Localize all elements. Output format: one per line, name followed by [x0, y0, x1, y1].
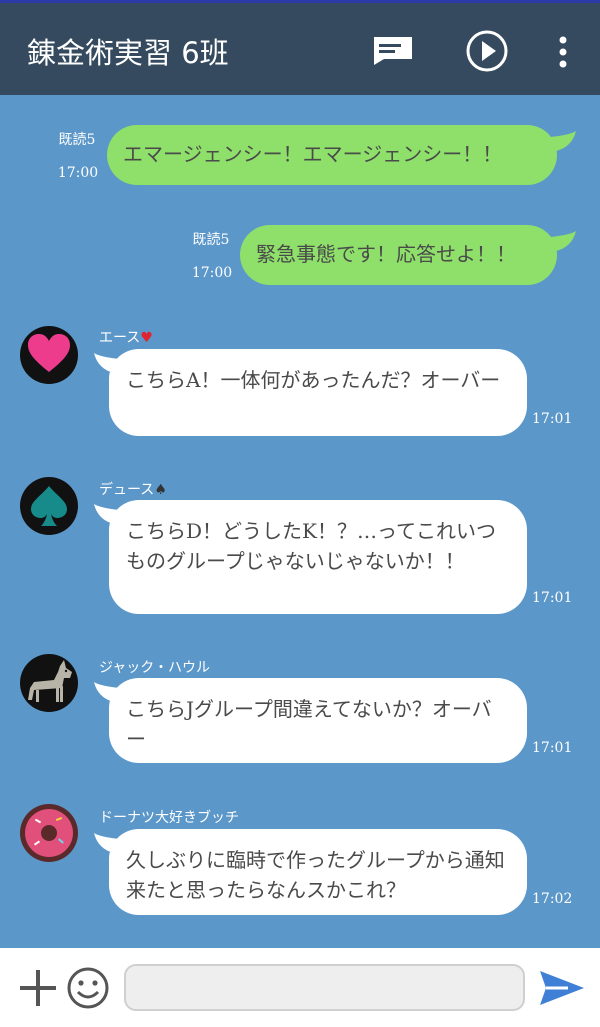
- message-bubble-received[interactable]: こちらA！一体何があったんだ？オーバー: [109, 349, 527, 436]
- avatar-jack[interactable]: [20, 654, 78, 712]
- message-time: 17:02: [532, 891, 573, 907]
- plus-icon[interactable]: [18, 968, 58, 1008]
- message-icon[interactable]: [370, 35, 416, 65]
- sender-label: ジャック・ハウル: [99, 660, 211, 676]
- message-text: こちらA！一体何があったんだ？オーバー: [126, 368, 501, 392]
- read-count: 既読5: [58, 132, 96, 148]
- message-time: 17:00: [57, 165, 99, 181]
- chat-area[interactable]: 既読5 17:00 エマージェンシー！エマージェンシー！！ 既読5 17:00 …: [0, 95, 600, 948]
- message-bubble-received[interactable]: 久しぶりに臨時で作ったグループから通知来たと思ったらなんスかこれ？: [109, 829, 527, 915]
- sender-name: ジャック・ハウル: [99, 657, 210, 677]
- sender-label: ドーナツ大好きブッチ: [99, 810, 239, 826]
- wolf-icon: [28, 660, 72, 702]
- donut-icon: [25, 809, 73, 857]
- message-time: 17:01: [532, 411, 573, 427]
- read-receipt: 既読5: [50, 129, 104, 151]
- heart-icon: [28, 334, 70, 372]
- more-vert-icon[interactable]: [556, 35, 570, 69]
- spade-suit-icon: ♠: [154, 482, 167, 498]
- avatar-deuce[interactable]: [20, 477, 78, 535]
- message-text: エマージェンシー！エマージェンシー！！: [123, 142, 503, 166]
- heart-suit-icon: ♥: [140, 330, 153, 346]
- send-icon[interactable]: [538, 969, 586, 1007]
- message-text: 緊急事態です！応答せよ！！: [256, 242, 516, 266]
- sender-label: エース: [99, 330, 141, 346]
- spade-icon: [31, 486, 67, 526]
- sender-name: ドーナツ大好きブッチ: [99, 807, 239, 827]
- read-count: 既読5: [192, 232, 230, 248]
- sender-label: デュース: [99, 482, 155, 498]
- message-bubble-received[interactable]: こちらJグループ間違えてないか？オーバー: [109, 678, 527, 763]
- message-bubble-received[interactable]: こちらD！どうしたK！？…ってこれいつものグループじゃないじゃないか！！: [109, 500, 527, 614]
- bubble-tail: [550, 231, 576, 251]
- sender-name: エース♥: [99, 327, 153, 347]
- play-icon[interactable]: [465, 29, 509, 73]
- message-time: 17:01: [532, 590, 573, 606]
- message-bubble-sent[interactable]: 緊急事態です！応答せよ！！: [240, 225, 557, 285]
- avatar-ace[interactable]: [20, 326, 78, 384]
- sender-name: デュース♠: [99, 479, 167, 499]
- message-time: 17:00: [191, 265, 233, 281]
- read-receipt: 既読5: [184, 229, 238, 251]
- bubble-tail: [550, 131, 576, 151]
- header-bar: 錬金術実習 6班: [0, 0, 600, 95]
- message-text: 久しぶりに臨時で作ったグループから通知来たと思ったらなんスかこれ？: [126, 848, 505, 902]
- composer-bar: [0, 948, 600, 1027]
- message-time: 17:01: [532, 740, 573, 756]
- message-input[interactable]: [124, 964, 525, 1011]
- avatar-butch[interactable]: [20, 804, 78, 862]
- emoji-icon[interactable]: [66, 966, 110, 1010]
- message-bubble-sent[interactable]: エマージェンシー！エマージェンシー！！: [107, 125, 557, 185]
- message-text: こちらJグループ間違えてないか？オーバー: [126, 697, 492, 751]
- chat-title: 錬金術実習 6班: [27, 36, 229, 70]
- message-text: こちらD！どうしたK！？…ってこれいつものグループじゃないじゃないか！！: [126, 519, 496, 573]
